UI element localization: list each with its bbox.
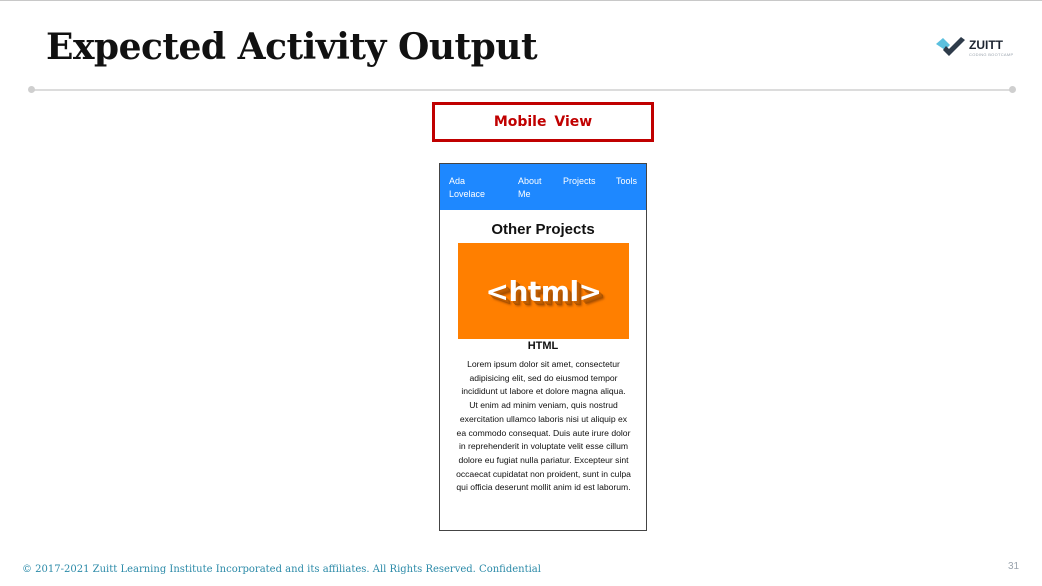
nav-link-tools[interactable]: Tools [616,175,637,188]
slide-title: Expected Activity Output [46,26,538,68]
view-label-text: Mobile View [493,114,593,130]
divider-start-dot [28,86,35,93]
html-logo-text: <html> [485,274,602,308]
nav-brand[interactable]: Ada Lovelace [449,175,499,201]
mobile-navbar: Ada Lovelace About Me Projects Tools [440,164,646,210]
logo-tagline: CODING BOOTCAMP [969,52,1014,57]
nav-link-about-me[interactable]: About Me [518,175,554,201]
zuitt-mark-icon [936,37,965,56]
mobile-preview: Ada Lovelace About Me Projects Tools Oth… [439,163,647,531]
nav-link-projects[interactable]: Projects [563,175,596,188]
zuitt-logo: ZUITT CODING BOOTCAMP [935,36,1015,60]
page-number: 31 [1008,561,1020,572]
logo-wordmark: ZUITT [969,38,1003,52]
project-title: HTML [527,340,559,352]
divider-end-dot [1009,86,1016,93]
section-heading: Other Projects [491,221,595,238]
view-label-box: Mobile View [432,102,654,142]
footer-copyright: © 2017-2021 Zuitt Learning Institute Inc… [22,564,541,575]
top-rule [0,0,1042,1]
project-description: Lorem ipsum dolor sit amet, consectetur … [456,359,631,493]
project-image: <html> [458,243,629,339]
title-divider [32,89,1012,91]
